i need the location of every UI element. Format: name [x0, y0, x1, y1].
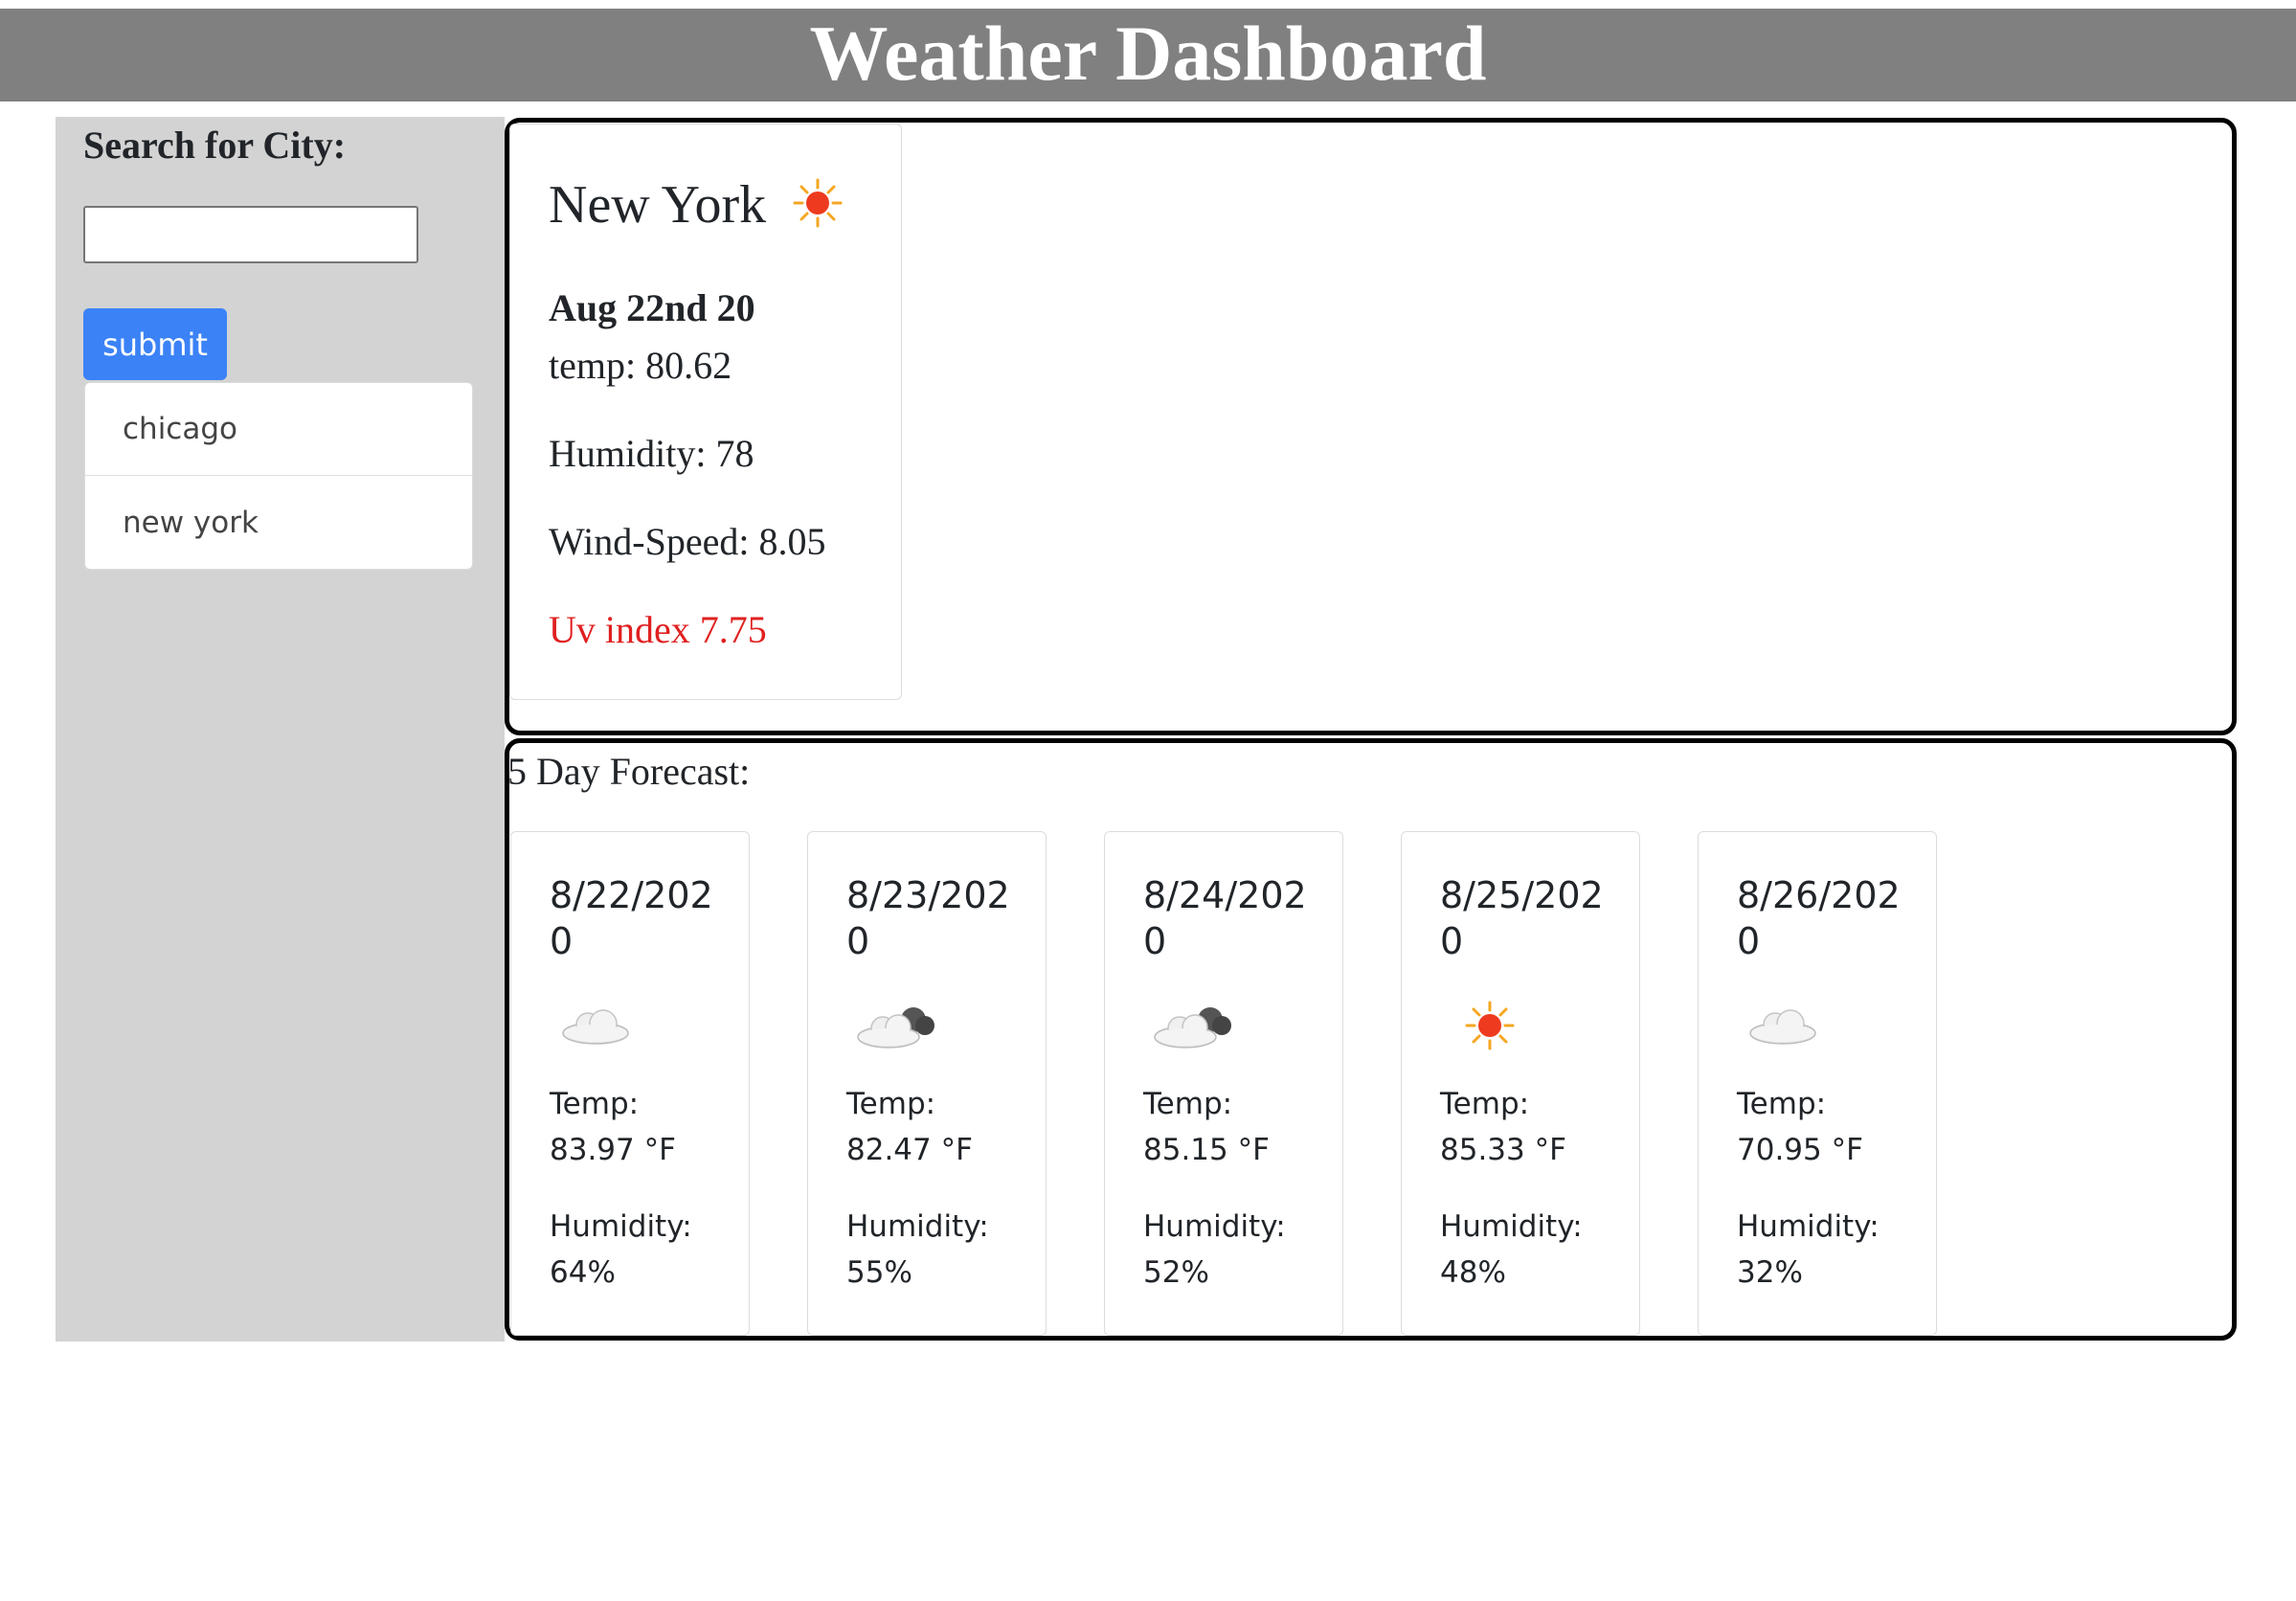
search-sidebar: Search for City: submit chicago new york	[56, 117, 505, 1342]
forecast-humidity: 64%	[550, 1255, 616, 1290]
temp-label: Temp:	[1737, 1087, 1827, 1121]
forecast-temp: 85.15 °F	[1143, 1133, 1270, 1167]
forecast-card: 8/26/2020 Temp: 70.95 °F Humidity: 32%	[1698, 831, 1937, 1336]
cloud-icon	[1746, 1001, 1819, 1052]
search-label: Search for City:	[83, 124, 347, 167]
page-title: Weather Dashboard	[809, 9, 1487, 97]
forecast-date: 8/26/2020	[1737, 874, 1901, 962]
temp-label: Temp:	[550, 1087, 640, 1121]
history-item-new-york[interactable]: new york	[85, 476, 472, 569]
temp-label: Temp:	[846, 1087, 936, 1121]
current-uv-index: Uv index 7.75	[549, 608, 767, 651]
history-item-chicago[interactable]: chicago	[85, 383, 472, 476]
forecast-humidity: 32%	[1737, 1255, 1803, 1290]
forecast-humidity: 55%	[846, 1255, 912, 1290]
forecast-temp: 83.97 °F	[550, 1133, 676, 1167]
forecast-card: 8/24/2020 Temp: 85.15 °F Humidity: 52%	[1104, 831, 1343, 1336]
forecast-humidity: 52%	[1143, 1255, 1209, 1290]
forecast-date: 8/23/2020	[846, 874, 1010, 962]
forecast-panel	[505, 738, 2237, 1341]
cloud-icon	[559, 1001, 632, 1052]
cloud-dark-icon	[856, 1001, 940, 1056]
sun-icon	[1465, 1001, 1515, 1054]
forecast-card: 8/23/2020 Temp: 82.47 °F Humidity: 55%	[807, 831, 1047, 1336]
humidity-label: Humidity:	[1143, 1209, 1286, 1244]
forecast-temp: 82.47 °F	[846, 1133, 973, 1167]
city-search-input[interactable]	[83, 206, 418, 263]
forecast-card: 8/25/2020 Temp: 85.33 °F Humidity: 48%	[1401, 831, 1640, 1336]
forecast-temp: 85.33 °F	[1440, 1133, 1566, 1167]
current-wind-speed: Wind-Speed: 8.05	[549, 520, 826, 563]
city-name: New York	[549, 175, 767, 235]
search-history-list: chicago new york	[84, 382, 473, 570]
forecast-date: 8/25/2020	[1440, 874, 1604, 962]
humidity-label: Humidity:	[550, 1209, 692, 1244]
forecast-card: 8/22/2020 Temp: 83.97 °F Humidity: 64%	[510, 831, 750, 1336]
temp-label: Temp:	[1143, 1087, 1233, 1121]
forecast-date: 8/22/2020	[550, 874, 713, 962]
humidity-label: Humidity:	[1737, 1209, 1880, 1244]
page-header: Weather Dashboard	[0, 9, 2296, 101]
current-date: Aug 22nd 20	[549, 286, 755, 329]
sun-icon	[793, 178, 843, 233]
forecast-temp: 70.95 °F	[1737, 1133, 1863, 1167]
forecast-humidity: 48%	[1440, 1255, 1506, 1290]
cloud-dark-icon	[1153, 1001, 1237, 1056]
current-weather-card: New York Aug 22nd 20 temp: 80.62 Humidit…	[509, 124, 902, 700]
current-temp: temp: 80.62	[549, 344, 732, 387]
humidity-label: Humidity:	[1440, 1209, 1583, 1244]
temp-label: Temp:	[1440, 1087, 1530, 1121]
forecast-date: 8/24/2020	[1143, 874, 1307, 962]
submit-button[interactable]: submit	[83, 308, 227, 380]
forecast-title: 5 Day Forecast:	[507, 750, 751, 793]
current-humidity: Humidity: 78	[549, 432, 754, 475]
humidity-label: Humidity:	[846, 1209, 989, 1244]
